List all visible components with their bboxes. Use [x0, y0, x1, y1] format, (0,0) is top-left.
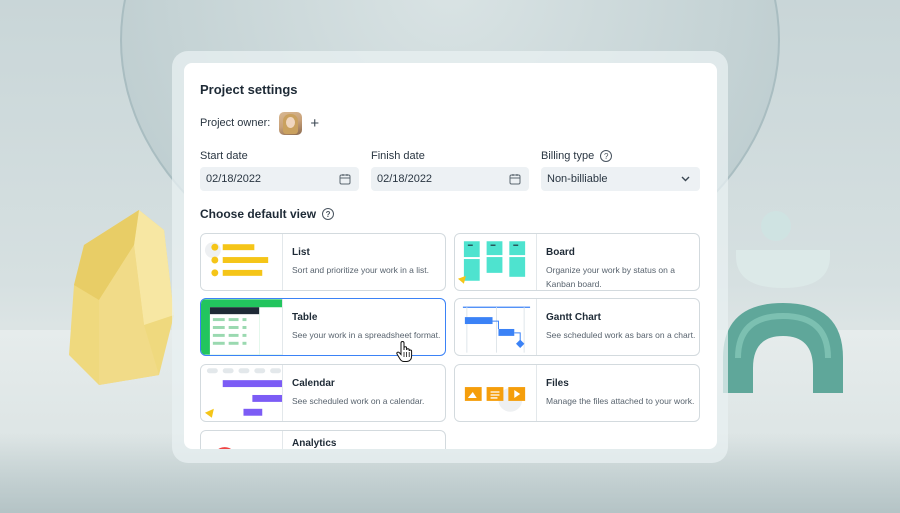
view-card-gantt[interactable]: Gantt Chart See scheduled work as bars o…: [454, 298, 700, 356]
view-description: See scheduled work on a calendar.: [292, 396, 425, 406]
project-owner-row: Project owner: +: [200, 111, 319, 135]
view-title: Gantt Chart: [546, 312, 601, 323]
view-description: See scheduled work as bars on a chart.: [546, 330, 696, 340]
start-date-field[interactable]: 02/18/2022: [200, 167, 359, 191]
project-settings-panel: Project settings Project owner: + Start …: [184, 63, 717, 449]
view-card-files[interactable]: Files Manage the files attached to your …: [454, 364, 700, 422]
finish-date-value: 02/18/2022: [377, 173, 433, 185]
view-description: Sort and prioritize your work in a list.: [292, 265, 429, 275]
view-title: Calendar: [292, 378, 335, 389]
finish-date-label: Finish date: [371, 150, 425, 162]
calendar-icon[interactable]: [509, 173, 521, 185]
billing-type-label-text: Billing type: [541, 150, 595, 162]
yellow-crystal-decoration: [69, 210, 174, 385]
calendar-icon[interactable]: [339, 173, 351, 185]
green-arch-decoration: [723, 211, 843, 393]
view-card-analytics[interactable]: Analytics: [200, 430, 446, 449]
start-date-value: 02/18/2022: [206, 173, 262, 185]
help-icon[interactable]: ?: [322, 208, 335, 220]
board-view-thumbnail: [455, 234, 537, 290]
default-view-heading: Choose default view ?: [200, 207, 335, 221]
start-date-label-text: Start date: [200, 150, 248, 162]
billing-type-select[interactable]: Non-billiable: [541, 167, 700, 191]
view-card-calendar[interactable]: Calendar See scheduled work on a calenda…: [200, 364, 446, 422]
view-title: List: [292, 247, 310, 258]
default-view-title: Choose default view: [200, 207, 317, 221]
table-view-thumbnail: [201, 299, 283, 355]
project-owner-label: Project owner:: [200, 117, 271, 129]
view-title: Files: [546, 378, 569, 389]
plus-icon[interactable]: +: [310, 116, 319, 131]
hand-cursor-icon: [396, 341, 413, 362]
finish-date-field[interactable]: 02/18/2022: [371, 167, 529, 191]
start-date-label: Start date: [200, 150, 248, 162]
help-icon[interactable]: ?: [600, 150, 613, 162]
files-view-thumbnail: [455, 365, 537, 421]
billing-type-label: Billing type ?: [541, 150, 613, 162]
calendar-view-thumbnail: [201, 365, 283, 421]
billing-type-value: Non-billiable: [547, 173, 608, 185]
view-description: See your work in a spreadsheet format.: [292, 330, 441, 340]
gantt-view-thumbnail: [455, 299, 537, 355]
chevron-down-icon: [681, 176, 690, 182]
view-description: Organize your work by status on a Kanban…: [546, 265, 675, 289]
view-description: Manage the files attached to your work.: [546, 396, 695, 406]
view-title: Analytics: [292, 438, 337, 449]
list-view-thumbnail: [201, 234, 283, 290]
analytics-view-thumbnail: [201, 431, 283, 449]
avatar[interactable]: [279, 111, 303, 135]
view-title: Table: [292, 312, 318, 323]
view-card-board[interactable]: Board Organize your work by status on a …: [454, 233, 700, 291]
view-title: Board: [546, 247, 575, 258]
finish-date-label-text: Finish date: [371, 150, 425, 162]
view-card-list[interactable]: List Sort and prioritize your work in a …: [200, 233, 446, 291]
page-title: Project settings: [200, 82, 298, 97]
